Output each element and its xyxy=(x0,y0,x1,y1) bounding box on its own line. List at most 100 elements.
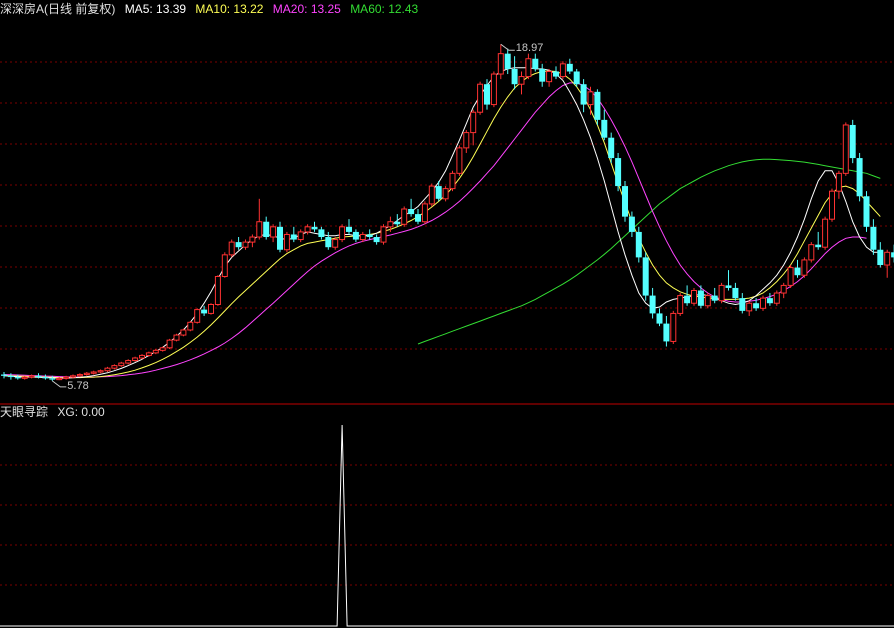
candle-body xyxy=(829,190,835,220)
candle-body xyxy=(1,374,7,376)
candle xyxy=(421,201,428,225)
candle-body xyxy=(97,370,104,373)
candle-body xyxy=(380,226,387,243)
candle-body xyxy=(546,70,553,83)
candle xyxy=(884,249,891,278)
candle xyxy=(180,328,187,337)
candle xyxy=(132,356,139,362)
candle xyxy=(718,282,725,304)
candle xyxy=(553,66,559,80)
candle-body xyxy=(14,377,21,379)
candle xyxy=(152,349,159,355)
candle xyxy=(346,219,352,235)
high-price-label: 18.97 xyxy=(515,42,544,55)
candle-body xyxy=(504,53,511,69)
candle-body xyxy=(28,375,35,378)
candle-body xyxy=(359,233,366,241)
ma5-line xyxy=(3,67,881,379)
candle-body xyxy=(684,295,691,304)
candlesticks xyxy=(1,44,894,381)
candle-body xyxy=(780,284,787,294)
candle-body xyxy=(373,237,380,243)
xg-signal-line xyxy=(0,424,894,627)
candle xyxy=(173,333,180,342)
candle-body xyxy=(670,312,677,342)
candle xyxy=(511,56,518,90)
candle xyxy=(201,305,208,316)
candle-body xyxy=(877,249,884,266)
candle xyxy=(221,252,228,278)
candle xyxy=(484,79,490,110)
candle xyxy=(684,285,691,306)
candle xyxy=(228,239,235,258)
candle-body xyxy=(70,375,76,378)
main-header: 深深房A(日线 前复权) MA5: 13.39 MA10: 13.22 MA20… xyxy=(0,2,424,16)
candle-body xyxy=(463,132,470,149)
candle xyxy=(608,132,615,164)
candle-body xyxy=(132,357,139,362)
candle-body xyxy=(835,172,842,192)
candle xyxy=(842,122,849,176)
candle-body xyxy=(242,241,249,248)
candle xyxy=(525,53,532,80)
candle-body xyxy=(518,76,525,85)
candle-body xyxy=(208,304,214,314)
candle xyxy=(214,275,221,306)
candle xyxy=(601,109,608,141)
candle xyxy=(594,89,601,125)
candle-body xyxy=(201,309,208,314)
candle-body xyxy=(849,124,856,159)
candle-body xyxy=(704,295,711,307)
candle xyxy=(449,170,456,192)
candle-body xyxy=(435,186,442,199)
candle-body xyxy=(815,244,822,248)
candle xyxy=(339,224,346,243)
candle xyxy=(159,346,166,352)
candle-body xyxy=(842,124,849,174)
candle-body xyxy=(635,231,642,258)
candle xyxy=(442,186,449,202)
candle xyxy=(311,221,318,232)
candle-body xyxy=(35,375,42,378)
candle xyxy=(118,361,125,367)
candle-body xyxy=(580,84,587,105)
candle xyxy=(856,152,863,202)
candle-body xyxy=(691,289,697,304)
ma10-line xyxy=(3,70,881,379)
candle-body xyxy=(428,185,435,205)
candle-body xyxy=(746,302,753,312)
candle-body xyxy=(270,226,277,238)
ma20-label: MA20: 13.25 xyxy=(272,2,341,16)
candle-body xyxy=(415,214,421,222)
candle-body xyxy=(401,208,408,225)
candle xyxy=(635,226,642,263)
candle xyxy=(829,188,835,222)
candle-body xyxy=(304,226,311,233)
candle xyxy=(166,338,173,350)
candle-body xyxy=(421,203,428,223)
candle-body xyxy=(366,234,373,238)
candle xyxy=(546,68,553,87)
indicator-name: 天眼寻踪 xyxy=(0,405,49,419)
candle xyxy=(83,371,90,376)
candle xyxy=(532,53,539,72)
candle-body xyxy=(139,354,145,359)
candle-body xyxy=(511,68,518,85)
candle-body xyxy=(760,297,766,309)
candle-body xyxy=(587,91,594,106)
candle xyxy=(663,315,670,347)
candle xyxy=(670,310,677,344)
candle xyxy=(366,229,373,240)
candle-body xyxy=(318,229,325,238)
main-grid xyxy=(0,61,894,350)
period-label: (日线 前复权) xyxy=(44,2,116,16)
candle xyxy=(408,198,415,217)
candle-body xyxy=(394,221,401,225)
candle-body xyxy=(594,91,601,120)
candle xyxy=(642,252,649,301)
indicator-series xyxy=(0,424,894,627)
candle-body xyxy=(152,349,159,354)
stock-name: 深深房A xyxy=(0,2,45,16)
candle-body xyxy=(497,53,504,75)
candle xyxy=(649,287,656,319)
